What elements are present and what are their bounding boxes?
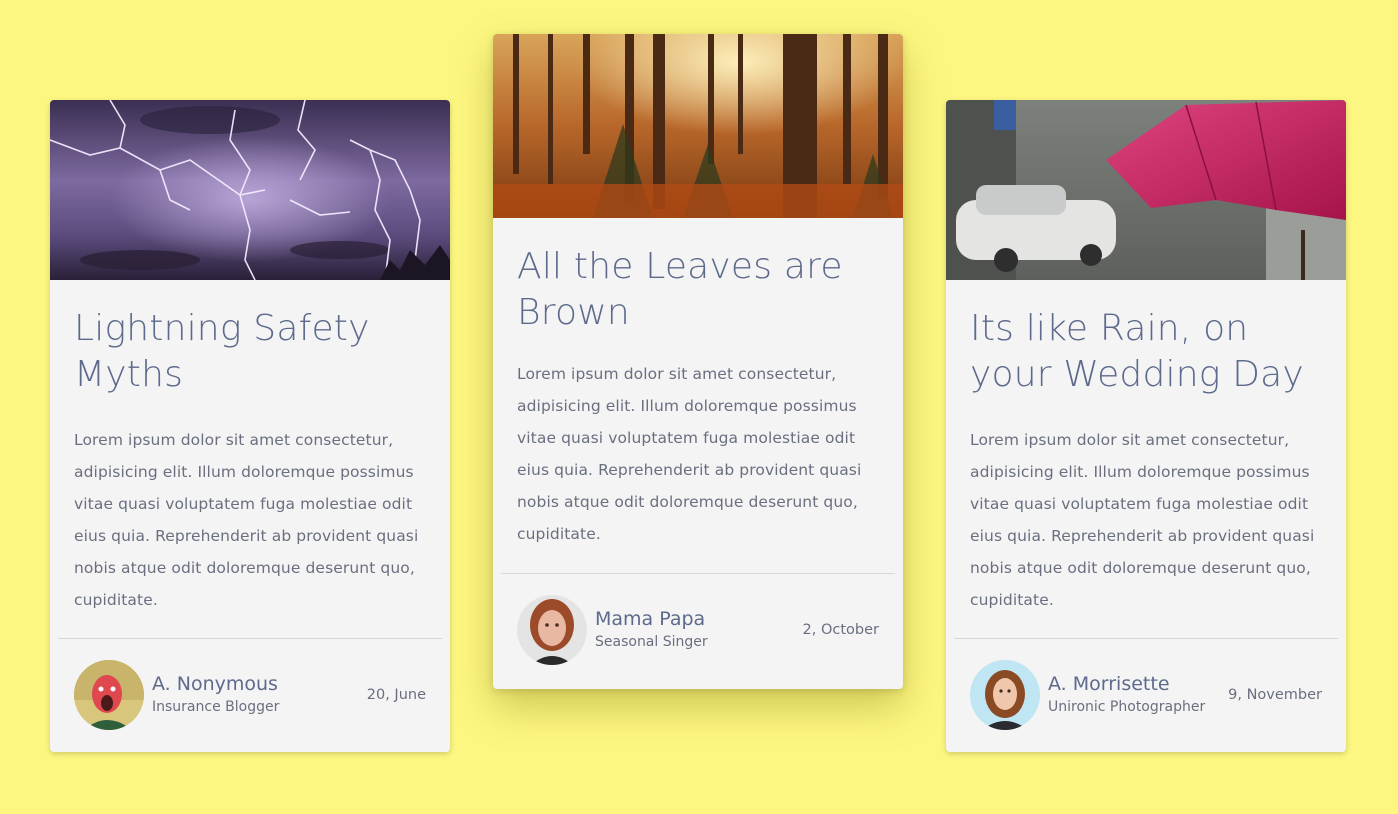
author-info: A. Nonymous Insurance Blogger: [152, 672, 367, 718]
author-avatar[interactable]: [517, 595, 587, 665]
lightning-storm-image: [50, 100, 450, 280]
card-footer: Mama Papa Seasonal Singer 2, October: [493, 574, 903, 689]
author-avatar[interactable]: [970, 660, 1040, 730]
card-title[interactable]: All the Leaves are Brown: [517, 244, 879, 336]
blog-card-leaves[interactable]: All the Leaves are Brown Lorem ipsum dol…: [493, 34, 903, 689]
card-excerpt: Lorem ipsum dolor sit amet consectetur, …: [970, 431, 1315, 609]
card-excerpt: Lorem ipsum dolor sit amet consectetur, …: [517, 365, 862, 543]
autumn-forest-image: [493, 34, 903, 218]
post-date: 9, November: [1228, 687, 1322, 703]
author-avatar[interactable]: [74, 660, 144, 730]
pink-umbrella-image: [946, 100, 1346, 280]
author-role: Seasonal Singer: [595, 634, 708, 650]
author-name[interactable]: A. Morrisette: [1048, 672, 1228, 696]
author-info: A. Morrisette Unironic Photographer: [1048, 672, 1228, 718]
card-footer: A. Nonymous Insurance Blogger 20, June: [50, 639, 450, 752]
author-name[interactable]: Mama Papa: [595, 607, 803, 631]
card-body: Its like Rain, on your Wedding Day Lorem…: [946, 280, 1346, 616]
card-footer: A. Morrisette Unironic Photographer 9, N…: [946, 639, 1346, 752]
card-title[interactable]: Lightning Safety Myths: [74, 306, 426, 398]
blog-card-lightning[interactable]: Lightning Safety Myths Lorem ipsum dolor…: [50, 100, 450, 752]
author-info: Mama Papa Seasonal Singer: [595, 607, 803, 653]
card-body: All the Leaves are Brown Lorem ipsum dol…: [493, 218, 903, 550]
post-date: 20, June: [366, 687, 426, 703]
author-role: Unironic Photographer: [1048, 699, 1206, 715]
author-name[interactable]: A. Nonymous: [152, 672, 367, 696]
author-role: Insurance Blogger: [152, 699, 280, 715]
card-excerpt: Lorem ipsum dolor sit amet consectetur, …: [74, 431, 419, 609]
post-date: 2, October: [802, 622, 879, 638]
card-body: Lightning Safety Myths Lorem ipsum dolor…: [50, 280, 450, 616]
blog-card-rain[interactable]: Its like Rain, on your Wedding Day Lorem…: [946, 100, 1346, 752]
card-title[interactable]: Its like Rain, on your Wedding Day: [970, 306, 1322, 398]
